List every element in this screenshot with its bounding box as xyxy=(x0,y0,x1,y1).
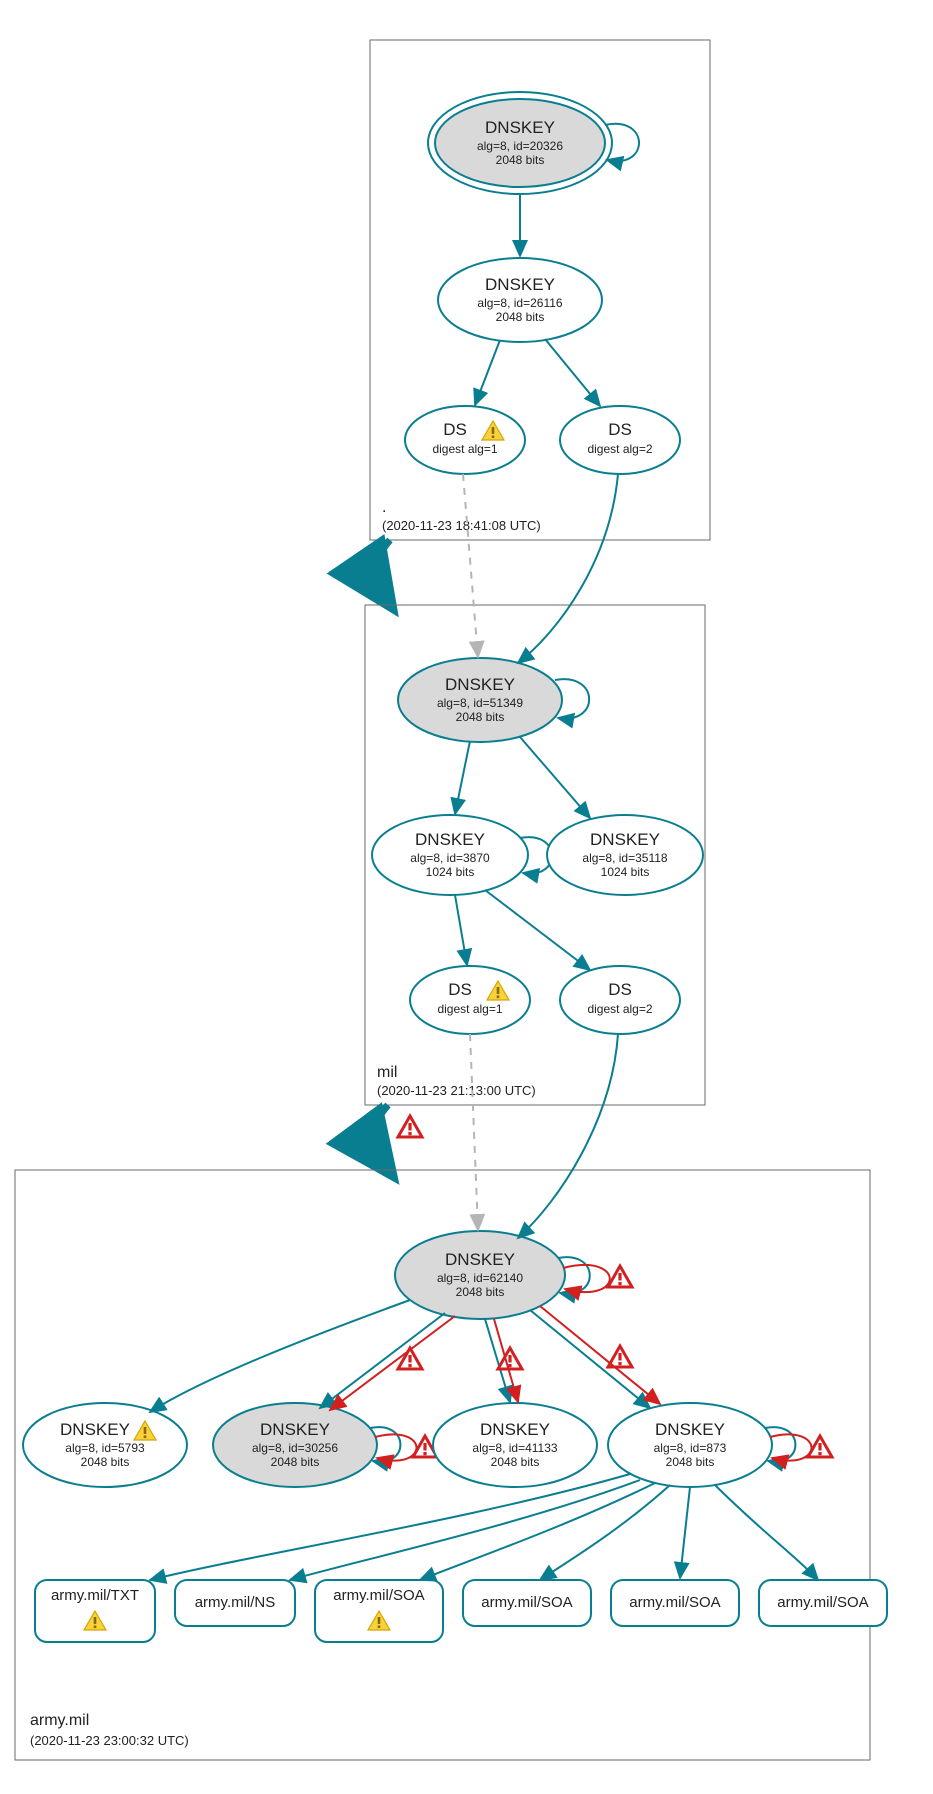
svg-text:DNSKEY: DNSKEY xyxy=(260,1420,330,1439)
svg-text:army.mil/SOA: army.mil/SOA xyxy=(333,1587,424,1604)
svg-text:alg=8, id=62140: alg=8, id=62140 xyxy=(437,1271,523,1285)
edge-root-zsk-ds1 xyxy=(475,340,500,405)
svg-text:army.mil/TXT: army.mil/TXT xyxy=(51,1587,139,1604)
node-root-ds1: DS digest alg=1 xyxy=(405,406,525,474)
svg-text:DS: DS xyxy=(608,420,632,439)
svg-text:DS: DS xyxy=(443,420,467,439)
node-army-ksk: DNSKEY alg=8, id=62140 2048 bits xyxy=(395,1231,565,1319)
node-root-zsk: DNSKEY alg=8, id=26116 2048 bits xyxy=(438,258,602,342)
svg-text:1024 bits: 1024 bits xyxy=(601,865,650,879)
node-army-k3: DNSKEY alg=8, id=41133 2048 bits xyxy=(433,1403,597,1487)
svg-text:digest alg=2: digest alg=2 xyxy=(587,1002,652,1016)
edge-k4-rr6 xyxy=(715,1485,818,1580)
svg-text:DS: DS xyxy=(448,980,472,999)
svg-text:DS: DS xyxy=(608,980,632,999)
edge-mil-ksk-zsk2 xyxy=(520,737,590,818)
error-icon xyxy=(608,1266,632,1287)
edge-mil-ds1-armyksk xyxy=(470,1034,478,1230)
rr-row: army.mil/TXT army.mil/NS army.mil/SOA ar… xyxy=(35,1580,887,1642)
svg-text:DNSKEY: DNSKEY xyxy=(590,830,660,849)
svg-text:alg=8, id=3870: alg=8, id=3870 xyxy=(410,851,490,865)
svg-text:alg=8, id=35118: alg=8, id=35118 xyxy=(582,851,668,865)
node-mil-ksk: DNSKEY alg=8, id=51349 2048 bits xyxy=(398,658,562,742)
edge-root-zsk-ds2 xyxy=(545,339,600,406)
edge-root-ds1-milksk xyxy=(463,474,478,657)
edge-mil-zsk1-ds2 xyxy=(485,890,590,970)
svg-text:army.mil/NS: army.mil/NS xyxy=(195,1594,276,1611)
svg-text:2048 bits: 2048 bits xyxy=(456,710,505,724)
edge-k4-rr2 xyxy=(290,1480,640,1580)
edge-armyksk-k2-red xyxy=(330,1316,455,1410)
svg-text:army.mil/SOA: army.mil/SOA xyxy=(777,1594,868,1611)
edge-mil-to-army-delegation xyxy=(374,1105,388,1168)
zone-mil-label: mil xyxy=(377,1064,397,1081)
svg-text:2048 bits: 2048 bits xyxy=(81,1455,130,1469)
svg-text:alg=8, id=51349: alg=8, id=51349 xyxy=(437,696,523,710)
svg-text:2048 bits: 2048 bits xyxy=(271,1455,320,1469)
edge-mil-zsk1-ds1 xyxy=(455,895,467,965)
svg-text:alg=8, id=30256: alg=8, id=30256 xyxy=(252,1441,338,1455)
edge-armyksk-k4-red xyxy=(540,1306,660,1404)
svg-text:digest alg=1: digest alg=1 xyxy=(437,1002,502,1016)
svg-text:DNSKEY: DNSKEY xyxy=(415,830,485,849)
zone-army-label: army.mil xyxy=(30,1712,89,1729)
svg-text:2048 bits: 2048 bits xyxy=(496,153,545,167)
svg-text:alg=8, id=5793: alg=8, id=5793 xyxy=(65,1441,145,1455)
svg-text:DNSKEY: DNSKEY xyxy=(445,1250,515,1269)
node-mil-zsk2: DNSKEY alg=8, id=35118 1024 bits xyxy=(547,815,703,895)
node-army-k1: DNSKEY alg=8, id=5793 2048 bits xyxy=(23,1403,187,1487)
error-icon xyxy=(398,1348,422,1369)
zone-root-label: . xyxy=(382,499,386,516)
edge-mil-ksk-zsk1 xyxy=(455,741,470,814)
edge-k4-rr4 xyxy=(540,1485,670,1580)
svg-text:DNSKEY: DNSKEY xyxy=(480,1420,550,1439)
svg-text:DNSKEY: DNSKEY xyxy=(485,275,555,294)
node-army-k4: DNSKEY alg=8, id=873 2048 bits xyxy=(608,1403,772,1487)
edge-mil-ds2-armyksk xyxy=(518,1034,618,1238)
svg-text:alg=8, id=26116: alg=8, id=26116 xyxy=(477,296,563,310)
node-root-ds2: DS digest alg=2 xyxy=(560,406,680,474)
edge-root-ds2-milksk xyxy=(518,474,618,663)
svg-text:alg=8, id=20326: alg=8, id=20326 xyxy=(477,139,563,153)
edge-armyksk-k4-teal xyxy=(530,1310,650,1408)
svg-text:DNSKEY: DNSKEY xyxy=(655,1420,725,1439)
node-army-k2: DNSKEY alg=8, id=30256 2048 bits xyxy=(213,1403,377,1487)
svg-text:alg=8, id=873: alg=8, id=873 xyxy=(654,1441,727,1455)
error-icon xyxy=(498,1348,522,1369)
edge-k4-rr5 xyxy=(680,1487,690,1578)
svg-text:DNSKEY: DNSKEY xyxy=(60,1420,130,1439)
node-mil-ds1: DS digest alg=1 xyxy=(410,966,530,1034)
svg-text:2048 bits: 2048 bits xyxy=(666,1455,715,1469)
svg-text:digest alg=2: digest alg=2 xyxy=(587,442,652,456)
edge-armyksk-k1 xyxy=(150,1300,410,1412)
edge-root-to-mil-delegation xyxy=(376,540,390,600)
svg-text:DNSKEY: DNSKEY xyxy=(445,675,515,694)
svg-text:alg=8, id=41133: alg=8, id=41133 xyxy=(472,1441,558,1455)
zone-army-date: (2020-11-23 23:00:32 UTC) xyxy=(30,1733,189,1748)
node-mil-zsk1: DNSKEY alg=8, id=3870 1024 bits xyxy=(372,815,528,895)
svg-text:2048 bits: 2048 bits xyxy=(491,1455,540,1469)
zone-root-date: (2020-11-23 18:41:08 UTC) xyxy=(382,518,541,533)
node-root-ksk: DNSKEY alg=8, id=20326 2048 bits xyxy=(428,92,612,194)
svg-text:army.mil/SOA: army.mil/SOA xyxy=(481,1594,572,1611)
zone-mil-date: (2020-11-23 21:13:00 UTC) xyxy=(377,1083,536,1098)
error-icon xyxy=(398,1116,422,1137)
svg-text:1024 bits: 1024 bits xyxy=(426,865,475,879)
svg-text:2048 bits: 2048 bits xyxy=(456,1285,505,1299)
svg-text:digest alg=1: digest alg=1 xyxy=(432,442,497,456)
node-mil-ds2: DS digest alg=2 xyxy=(560,966,680,1034)
svg-text:army.mil/SOA: army.mil/SOA xyxy=(629,1594,720,1611)
svg-text:DNSKEY: DNSKEY xyxy=(485,118,555,137)
svg-text:2048 bits: 2048 bits xyxy=(496,310,545,324)
edge-army-ksk-self-red xyxy=(563,1265,610,1292)
